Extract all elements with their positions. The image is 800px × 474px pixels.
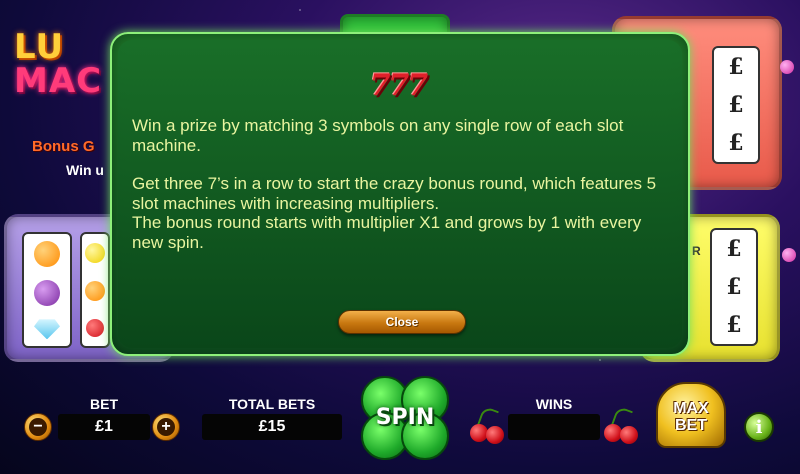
bet-decrease-button[interactable]: −	[24, 413, 52, 441]
info-icon: i	[755, 416, 763, 438]
orange-icon	[34, 240, 60, 267]
plus-icon: +	[157, 418, 175, 436]
total-bets-value: £15	[202, 414, 342, 440]
rules-paragraph-1: Win a prize by matching 3 symbols on any…	[132, 116, 624, 155]
slot-reel-purple-1	[22, 232, 72, 348]
rules-paragraph-2: Get three 7’s in a row to start the craz…	[132, 174, 657, 213]
slot-reel-purple-2	[80, 232, 110, 348]
minus-icon: −	[29, 418, 47, 436]
pound-symbol: £	[726, 312, 742, 338]
lever-knob-icon	[780, 60, 794, 74]
cherry-icon	[86, 319, 104, 337]
max-bet-line-1: MAX	[673, 400, 709, 417]
pound-symbol: £	[726, 236, 742, 262]
logo-line-2: MAC	[14, 61, 103, 101]
wins-value	[508, 414, 600, 440]
grapes-icon	[34, 279, 60, 306]
bet-label: BET	[90, 396, 118, 412]
lever-knob-icon	[782, 248, 796, 262]
pound-symbol: £	[728, 54, 744, 80]
game-logo: LU MAC	[14, 30, 124, 98]
wins-label: WINS	[535, 396, 573, 412]
rules-dialog: 777 Win a prize by matching 3 symbols on…	[110, 32, 690, 356]
slot-reel-red: £ £ £	[712, 46, 760, 164]
max-bet-line-2: BET	[675, 417, 707, 434]
logo-line-1: LU	[14, 27, 65, 67]
cherry-icon	[468, 405, 508, 446]
bet-increase-button[interactable]: +	[152, 413, 180, 441]
win-info-text: Win u	[66, 162, 104, 178]
bonus-game-text: Bonus G	[32, 138, 95, 155]
info-button[interactable]: i	[744, 412, 774, 442]
max-bet-button[interactable]: MAX BET	[656, 400, 726, 434]
bet-value: £1	[58, 414, 150, 440]
rules-text: Win a prize by matching 3 symbols on any…	[132, 116, 662, 252]
pound-symbol: £	[726, 274, 742, 300]
diamond-icon	[34, 319, 60, 340]
orange-icon	[85, 281, 105, 301]
total-bets-label: TOTAL BETS	[228, 396, 316, 412]
spin-label[interactable]: SPIN	[355, 405, 455, 430]
close-button[interactable]: Close	[338, 310, 466, 334]
lemon-icon	[85, 243, 105, 263]
slot-reel-yellow: £ £ £	[710, 228, 758, 346]
triple-seven-icon: 777	[369, 68, 429, 103]
rules-paragraph-3: The bonus round starts with multiplier X…	[132, 213, 642, 252]
pound-symbol: £	[728, 130, 744, 156]
cherry-icon	[602, 405, 642, 446]
pound-symbol: £	[728, 92, 744, 118]
yellow-machine-edge-text: R	[692, 244, 701, 258]
